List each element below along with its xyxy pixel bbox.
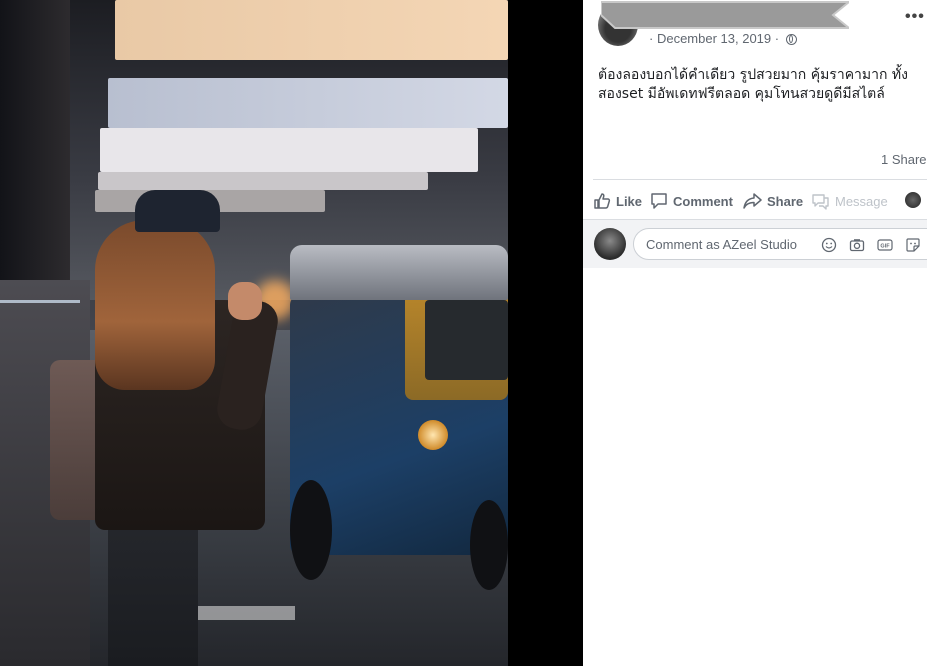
camera-icon[interactable] xyxy=(849,237,865,253)
share-arrow-icon xyxy=(743,193,762,209)
photo-sign xyxy=(108,78,508,128)
person-hand xyxy=(228,282,262,320)
globe-icon xyxy=(785,34,797,45)
comment-input[interactable]: Comment as AZeel Studio GIF xyxy=(633,228,927,260)
smiley-icon[interactable] xyxy=(821,237,837,253)
page-avatar[interactable] xyxy=(905,192,921,208)
speech-bubble-icon xyxy=(651,193,667,209)
tuktuk-windshield xyxy=(425,300,508,380)
messenger-icon xyxy=(812,194,829,210)
sticker-icon[interactable] xyxy=(905,237,921,253)
person-hair xyxy=(95,220,215,390)
person-hat xyxy=(135,190,220,232)
share-count[interactable]: 1 Share xyxy=(881,152,927,167)
comment-button[interactable]: Comment xyxy=(650,191,733,211)
message-button[interactable]: Message xyxy=(811,191,888,211)
photo-gap xyxy=(508,0,583,666)
like-button[interactable]: Like xyxy=(593,191,642,211)
photo-sign xyxy=(98,172,428,190)
commenter-avatar xyxy=(594,228,626,260)
tuktuk-roof xyxy=(290,245,508,300)
tuktuk-wheel xyxy=(470,500,508,590)
person-legs xyxy=(108,520,198,666)
photo-tree xyxy=(0,0,70,300)
photo-sign xyxy=(100,128,478,172)
post-panel: ••• · December 13, 2019 · ต้องลองบอกได้ค… xyxy=(583,0,927,666)
photo-sign xyxy=(115,0,508,60)
thumbs-up-icon xyxy=(594,193,611,209)
more-options-icon[interactable]: ••• xyxy=(905,8,925,26)
gif-icon[interactable]: GIF xyxy=(877,237,893,253)
share-button[interactable]: Share xyxy=(743,191,803,211)
divider xyxy=(593,179,927,180)
post-photo[interactable] xyxy=(0,0,508,666)
redaction-ribbon xyxy=(601,1,849,29)
tuktuk-wheel xyxy=(290,480,332,580)
post-date[interactable]: December 13, 2019 xyxy=(657,31,771,46)
tuktuk-headlight xyxy=(418,420,448,450)
post-date-line: · December 13, 2019 · xyxy=(649,31,797,46)
svg-text:GIF: GIF xyxy=(880,244,890,250)
comment-label: Comment xyxy=(673,193,733,209)
like-label: Like xyxy=(616,193,643,209)
comment-composer: Comment as AZeel Studio GIF xyxy=(583,220,927,268)
message-label: Message xyxy=(835,193,888,209)
share-label: Share xyxy=(767,193,804,209)
road-stripe xyxy=(190,606,295,620)
post-text: ต้องลองบอกได้คำเดียว รูปสวยมาก คุ้มราคาม… xyxy=(598,67,908,102)
comment-placeholder: Comment as AZeel Studio xyxy=(646,237,798,252)
